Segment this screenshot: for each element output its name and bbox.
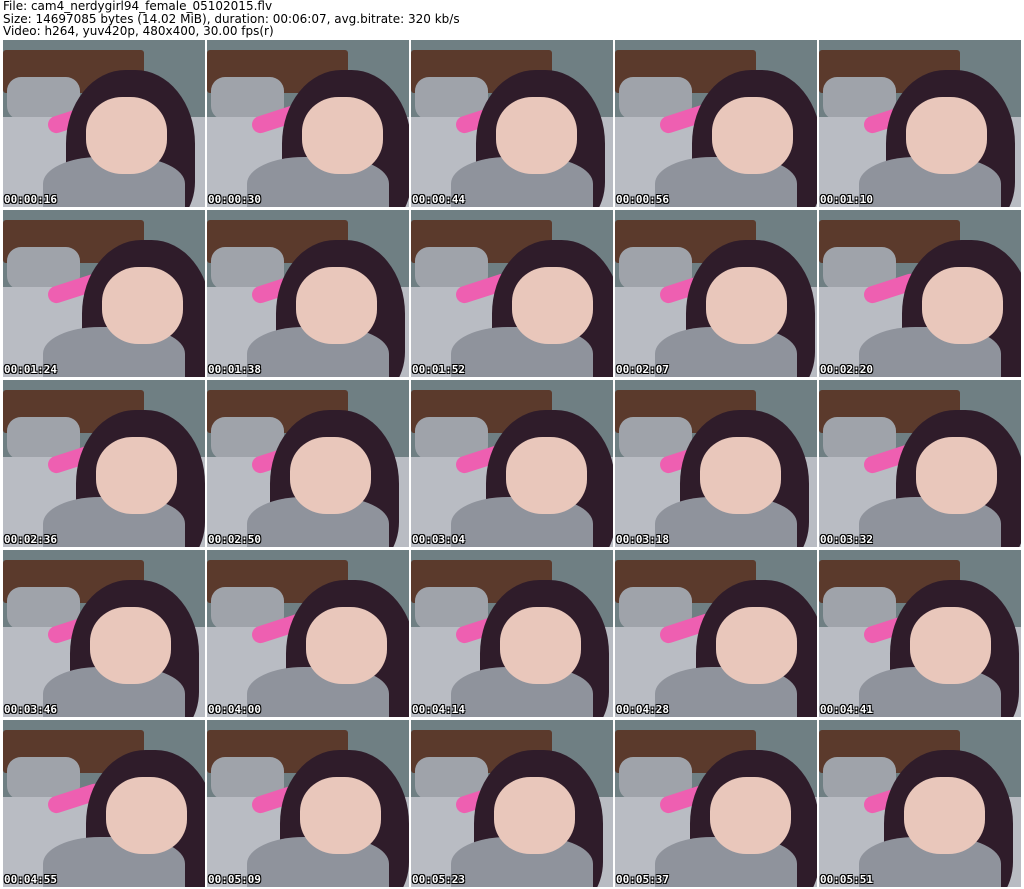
- thumbnail-timestamp: 00:04:41: [820, 703, 873, 716]
- video-thumbnail[interactable]: 00:03:46: [3, 550, 205, 717]
- video-thumbnail[interactable]: 00:00:56: [615, 40, 817, 207]
- video-thumbnail[interactable]: 00:02:36: [3, 380, 205, 547]
- thumbnail-timestamp: 00:01:10: [820, 193, 873, 206]
- video-thumbnail[interactable]: 00:01:10: [819, 40, 1021, 207]
- thumbnail-grid: 00:00:16 00:00:30 00:00:44 00:00:56 00:01:10…: [3, 40, 1021, 887]
- video-thumbnail[interactable]: 00:04:41: [819, 550, 1021, 717]
- video-thumbnail[interactable]: 00:02:50: [207, 380, 409, 547]
- face: [711, 96, 793, 174]
- video-thumbnail[interactable]: 00:03:32: [819, 380, 1021, 547]
- thumbnail-timestamp: 00:04:00: [208, 703, 261, 716]
- video-thumbnail[interactable]: 00:01:38: [207, 210, 409, 377]
- face: [95, 436, 177, 514]
- video-thumbnail[interactable]: 00:04:28: [615, 550, 817, 717]
- thumbnail-timestamp: 00:05:37: [616, 873, 669, 886]
- face: [512, 266, 593, 344]
- face: [295, 266, 377, 344]
- video-thumbnail[interactable]: 00:05:51: [819, 720, 1021, 887]
- video-thumbnail[interactable]: 00:03:04: [411, 380, 613, 547]
- thumbnail-timestamp: 00:02:50: [208, 533, 261, 546]
- video-thumbnail[interactable]: 00:05:09: [207, 720, 409, 887]
- face: [299, 776, 381, 854]
- thumbnail-timestamp: 00:03:32: [820, 533, 873, 546]
- thumbnail-timestamp: 00:03:04: [412, 533, 465, 546]
- face: [909, 606, 991, 684]
- thumbnail-timestamp: 00:00:30: [208, 193, 261, 206]
- face: [903, 776, 985, 854]
- video-thumbnail[interactable]: 00:05:37: [615, 720, 817, 887]
- face: [495, 96, 577, 174]
- face: [505, 436, 587, 514]
- video-thumbnail[interactable]: 00:01:52: [411, 210, 613, 377]
- face: [716, 606, 797, 684]
- file-info-header: File: cam4_nerdygirl94_female_05102015.f…: [3, 0, 1021, 38]
- thumbnail-timestamp: 00:04:14: [412, 703, 465, 716]
- thumbnail-timestamp: 00:02:07: [616, 363, 669, 376]
- thumbnail-timestamp: 00:01:52: [412, 363, 465, 376]
- face: [106, 776, 187, 854]
- face: [301, 96, 383, 174]
- face: [493, 776, 575, 854]
- thumbnail-timestamp: 00:01:24: [4, 363, 57, 376]
- face: [699, 436, 781, 514]
- thumbnail-timestamp: 00:05:51: [820, 873, 873, 886]
- file-name-line: File: cam4_nerdygirl94_female_05102015.f…: [3, 0, 273, 13]
- thumbnail-timestamp: 00:02:20: [820, 363, 873, 376]
- face: [289, 436, 371, 514]
- video-info-line: Video: h264, yuv420p, 480x400, 30.00 fps…: [3, 24, 274, 38]
- face: [85, 96, 167, 174]
- video-thumbnail[interactable]: 00:04:55: [3, 720, 205, 887]
- video-thumbnail[interactable]: 00:02:20: [819, 210, 1021, 377]
- face: [709, 776, 791, 854]
- face: [915, 436, 997, 514]
- face: [305, 606, 387, 684]
- thumbnail-timestamp: 00:00:16: [4, 193, 57, 206]
- video-thumbnail[interactable]: 00:00:16: [3, 40, 205, 207]
- thumbnail-timestamp: 00:01:38: [208, 363, 261, 376]
- video-thumbnail[interactable]: 00:02:07: [615, 210, 817, 377]
- video-thumbnail[interactable]: 00:03:18: [615, 380, 817, 547]
- video-thumbnail[interactable]: 00:04:00: [207, 550, 409, 717]
- thumbnail-timestamp: 00:02:36: [4, 533, 57, 546]
- face: [922, 266, 1003, 344]
- face: [905, 96, 987, 174]
- video-thumbnail[interactable]: 00:00:30: [207, 40, 409, 207]
- face: [101, 266, 183, 344]
- thumbnail-timestamp: 00:04:28: [616, 703, 669, 716]
- face: [499, 606, 581, 684]
- thumbnail-timestamp: 00:04:55: [4, 873, 57, 886]
- thumbnail-timestamp: 00:05:09: [208, 873, 261, 886]
- thumbnail-timestamp: 00:05:23: [412, 873, 465, 886]
- thumbnail-timestamp: 00:00:56: [616, 193, 669, 206]
- thumbnail-timestamp: 00:03:46: [4, 703, 57, 716]
- thumbnail-timestamp: 00:00:44: [412, 193, 465, 206]
- face: [89, 606, 171, 684]
- video-thumbnail[interactable]: 00:01:24: [3, 210, 205, 377]
- video-thumbnail[interactable]: 00:00:44: [411, 40, 613, 207]
- thumbnail-timestamp: 00:03:18: [616, 533, 669, 546]
- video-thumbnail[interactable]: 00:04:14: [411, 550, 613, 717]
- face: [705, 266, 787, 344]
- video-thumbnail[interactable]: 00:05:23: [411, 720, 613, 887]
